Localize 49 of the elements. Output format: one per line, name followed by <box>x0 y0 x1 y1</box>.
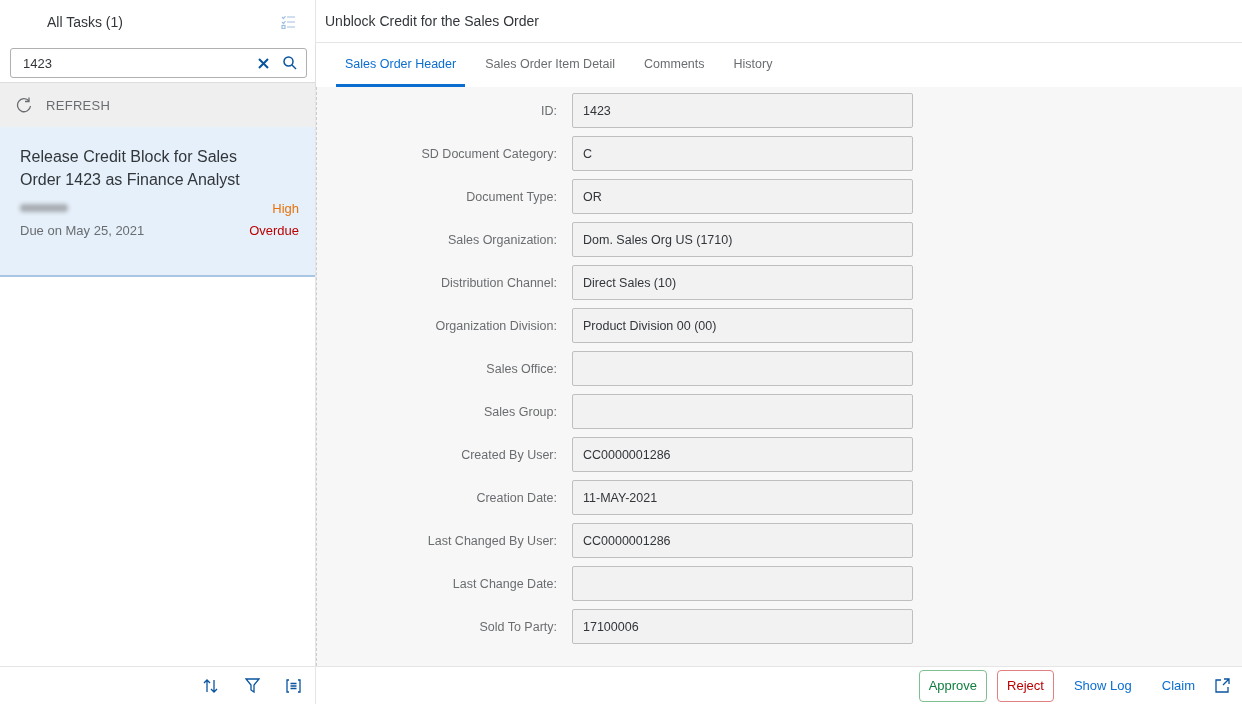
task-item[interactable]: Release Credit Block for Sales Order 1423 as Finance Analyst High Due on May 25, 2021 Overdue <box>0 127 315 277</box>
tab[interactable]: Comments <box>635 43 714 87</box>
field-label: Creation Date: <box>476 490 557 505</box>
input-field[interactable]: 11-MAY-2021 <box>572 480 913 515</box>
detail-title: Unblock Credit for the Sales Order <box>325 13 539 29</box>
input-field[interactable] <box>572 394 913 429</box>
priority-label: High <box>272 200 299 216</box>
reject-button[interactable]: Reject <box>997 669 1054 702</box>
input-field[interactable]: C <box>572 136 913 171</box>
group-icon[interactable] <box>286 678 301 693</box>
input-field[interactable]: 17100006 <box>572 609 913 644</box>
input-field[interactable]: CC0000001286 <box>572 523 913 558</box>
search-icon[interactable] <box>283 56 297 70</box>
redacted-text <box>20 204 68 212</box>
field-label: Last Change Date: <box>452 576 557 591</box>
field-label: Sales Office: <box>486 361 557 376</box>
input-field[interactable]: Direct Sales (10) <box>572 265 913 300</box>
field-label: Sales Organization: <box>447 232 557 247</box>
input-field[interactable] <box>572 351 913 386</box>
input-field[interactable]: OR <box>572 179 913 214</box>
field-label: Document Type: <box>466 189 557 204</box>
field-label: Distribution Channel: <box>440 275 557 290</box>
task-title: Release Credit Block for Sales Order 1423 as Finance Analyst <box>20 147 241 190</box>
sort-icon[interactable] <box>203 677 219 694</box>
share-icon[interactable] <box>1215 678 1230 693</box>
tab[interactable]: Sales Order Item Detail <box>476 43 625 87</box>
search-field[interactable]: 1423 <box>10 48 307 78</box>
input-field[interactable] <box>572 566 913 601</box>
field-label: SD Document Category: <box>421 146 557 161</box>
approve-button[interactable]: Approve <box>918 669 988 702</box>
status-label: Overdue <box>249 222 299 238</box>
field-label: Sold To Party: <box>479 619 557 634</box>
field-label: Organization Division: <box>435 318 557 333</box>
field-label: Sales Group: <box>484 404 557 419</box>
due-date: Due on May 25, 2021 <box>20 222 145 238</box>
input-field[interactable]: 1423 <box>572 93 913 128</box>
filter-icon[interactable] <box>245 678 260 693</box>
list-title: All Tasks (1) <box>47 13 123 30</box>
clear-icon[interactable] <box>258 57 269 69</box>
field-label: Last Changed By User: <box>427 533 557 548</box>
field-label: Created By User: <box>461 447 557 462</box>
field-label: ID: <box>541 103 557 118</box>
checklist-icon[interactable] <box>281 14 295 29</box>
input-field[interactable]: Product Division 00 (00) <box>572 308 913 343</box>
tab[interactable]: History <box>724 43 782 87</box>
refresh-button[interactable]: REFRESH <box>46 97 111 113</box>
refresh-icon[interactable] <box>16 97 32 113</box>
input-field[interactable]: Dom. Sales Org US (1710) <box>572 222 913 257</box>
input-field[interactable]: CC0000001286 <box>572 437 913 472</box>
